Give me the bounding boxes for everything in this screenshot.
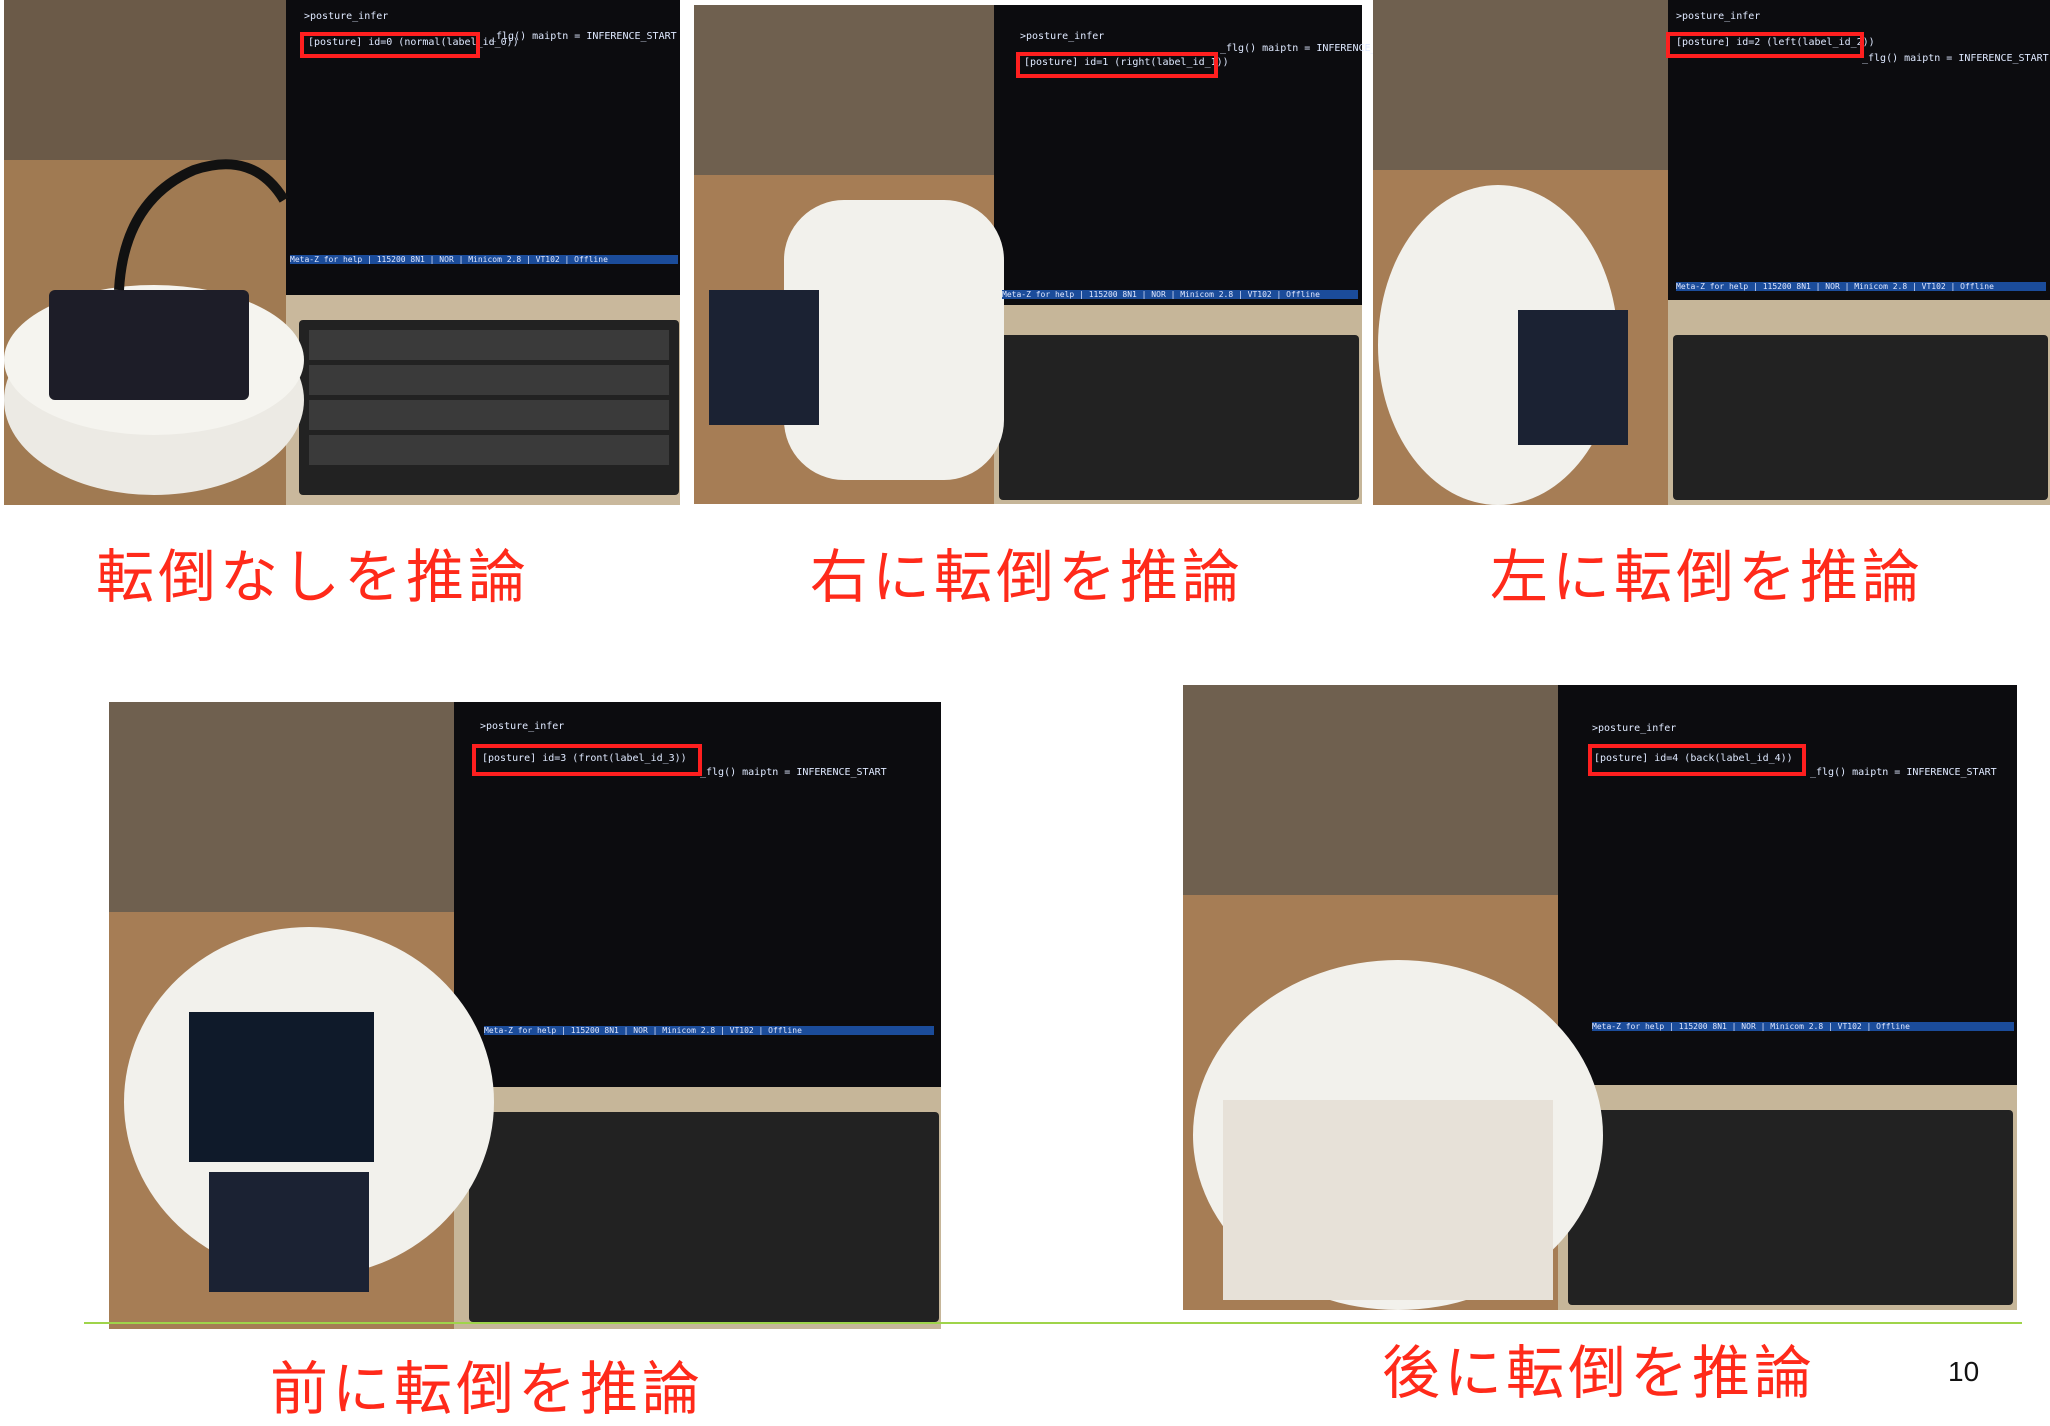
caption-back: 後に転倒を推論 (1382, 1339, 1817, 1407)
terminal-status-bar: Meta-Z for help | 115200 8N1 | NOR | Min… (1676, 282, 2046, 291)
result-highlight-normal (300, 32, 480, 58)
terminal-prompt: >posture_infer (1592, 723, 1677, 734)
terminal-status-bar: Meta-Z for help | 115200 8N1 | NOR | Min… (1002, 290, 1358, 299)
terminal-log: _flg() maiptn = INFERENCE_START (1862, 53, 2049, 64)
terminal-prompt: >posture_infer (1676, 11, 1761, 22)
footer-rule (84, 1322, 2022, 1324)
terminal-status-bar: Meta-Z for help | 115200 8N1 | NOR | Min… (290, 255, 678, 264)
photo-normal (4, 0, 680, 505)
caption-left: 左に転倒を推論 (1490, 543, 1925, 611)
photo-right (694, 5, 1362, 504)
page-number: 10 (1948, 1356, 1980, 1387)
result-highlight-right (1016, 52, 1218, 78)
caption-normal: 転倒なしを推論 (96, 543, 531, 611)
terminal-log: _flg() maiptn = INFERENCE_START (700, 767, 887, 778)
result-highlight-front (472, 744, 702, 776)
terminal-status-bar: Meta-Z for help | 115200 8N1 | NOR | Min… (484, 1026, 934, 1035)
photo-front (109, 702, 941, 1329)
result-highlight-left (1666, 32, 1864, 58)
terminal-prompt: >posture_infer (1020, 31, 1105, 42)
photo-left (1373, 0, 2050, 505)
terminal-prompt: >posture_infer (480, 721, 565, 732)
caption-front: 前に転倒を推論 (270, 1355, 705, 1423)
terminal-prompt: >posture_infer (304, 11, 389, 22)
terminal-status-bar: Meta-Z for help | 115200 8N1 | NOR | Min… (1592, 1022, 2014, 1031)
terminal-log: _flg() maiptn = INFERENCE_START (1810, 767, 1997, 778)
result-highlight-back (1588, 744, 1806, 776)
caption-right: 右に転倒を推論 (810, 543, 1245, 611)
